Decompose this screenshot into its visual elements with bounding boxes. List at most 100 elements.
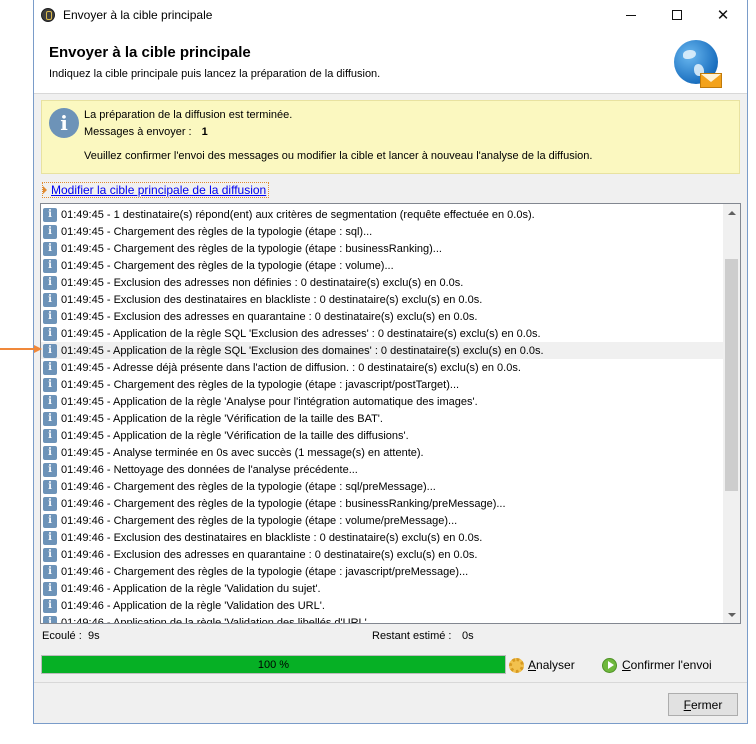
log-row[interactable]: i 01:49:46 - Application de la règle 'Val… xyxy=(41,597,723,614)
info-icon: i xyxy=(43,615,57,623)
log-text: 01:49:45 - Application de la règle 'Véri… xyxy=(61,412,383,425)
maximize-button[interactable] xyxy=(654,0,700,30)
log-text: 01:49:46 - Chargement des règles de la t… xyxy=(61,497,506,510)
annotation-arrow-icon xyxy=(0,345,42,353)
scroll-up-button[interactable] xyxy=(723,204,740,221)
info-icon: i xyxy=(43,343,57,358)
info-icon: i xyxy=(43,581,57,596)
log-row[interactable]: i 01:49:45 - Exclusion des adresses non d… xyxy=(41,274,723,291)
messages-to-send: Messages à envoyer : 1 xyxy=(84,126,208,138)
info-icon: i xyxy=(43,445,57,460)
log-text: 01:49:45 - Chargement des règles de la t… xyxy=(61,225,373,238)
info-icon: i xyxy=(43,394,57,409)
link-arrow-icon xyxy=(43,186,47,194)
log-row[interactable]: i 01:49:45 - Chargement des règles de la … xyxy=(41,223,723,240)
log-row[interactable]: i 01:49:46 - Application de la règle 'Val… xyxy=(41,614,723,624)
analyse-button[interactable]: Analyser xyxy=(509,656,575,674)
log-text: 01:49:45 - Adresse déjà présente dans l'… xyxy=(61,361,521,374)
info-icon: i xyxy=(49,108,79,138)
footer-divider xyxy=(34,682,747,683)
log-text: 01:49:46 - Chargement des règles de la t… xyxy=(61,480,436,493)
info-icon: i xyxy=(43,598,57,613)
vertical-scrollbar[interactable] xyxy=(723,204,740,623)
log-text: 01:49:45 - Application de la règle SQL '… xyxy=(61,344,544,357)
log-row[interactable]: i 01:49:45 - Exclusion des destinataires … xyxy=(41,291,723,308)
info-icon: i xyxy=(43,547,57,562)
log-text: 01:49:45 - Chargement des règles de la t… xyxy=(61,378,460,391)
elapsed-label: Ecoulé : xyxy=(42,630,82,642)
header-subtitle: Indiquez la cible principale puis lancez… xyxy=(49,68,381,80)
log-text: 01:49:46 - Chargement des règles de la t… xyxy=(61,565,469,578)
info-icon: i xyxy=(43,275,57,290)
log-row[interactable]: i 01:49:45 - 1 destinataire(s) répond(ent… xyxy=(41,206,723,223)
info-icon: i xyxy=(43,241,57,256)
analyse-label: Analyser xyxy=(528,658,575,672)
log-row[interactable]: i 01:49:46 - Chargement des règles de la … xyxy=(41,512,723,529)
log-row[interactable]: i 01:49:45 - Adresse déjà présente dans l… xyxy=(41,359,723,376)
info-icon: i xyxy=(43,411,57,426)
log-text: 01:49:45 - Application de la règle 'Véri… xyxy=(61,429,409,442)
minimize-icon xyxy=(626,14,636,16)
log-row[interactable]: i 01:49:45 - Application de la règle SQL … xyxy=(41,342,723,359)
close-button-label: Fermer xyxy=(683,697,723,712)
log-text: 01:49:45 - Chargement des règles de la t… xyxy=(61,242,442,255)
minimize-button[interactable] xyxy=(608,0,654,30)
log-panel[interactable]: i 01:49:45 - 1 destinataire(s) répond(ent… xyxy=(40,203,741,624)
log-row[interactable]: i 01:49:45 - Chargement des règles de la … xyxy=(41,257,723,274)
dialog-header: Envoyer à la cible principale Indiquez l… xyxy=(34,30,747,94)
info-icon: i xyxy=(43,258,57,273)
progress-label: 100 % xyxy=(257,658,290,671)
log-row[interactable]: i 01:49:45 - Application de la règle 'Vér… xyxy=(41,427,723,444)
log-text: 01:49:45 - Exclusion des adresses en qua… xyxy=(61,310,478,323)
log-row[interactable]: i 01:49:45 - Chargement des règles de la … xyxy=(41,376,723,393)
info-icon: i xyxy=(43,292,57,307)
log-text: 01:49:46 - Chargement des règles de la t… xyxy=(61,514,458,527)
log-text: 01:49:46 - Application de la règle 'Vali… xyxy=(61,616,370,624)
log-list[interactable]: i 01:49:45 - 1 destinataire(s) répond(ent… xyxy=(41,206,723,624)
log-row[interactable]: i 01:49:46 - Chargement des règles de la … xyxy=(41,478,723,495)
gear-icon xyxy=(509,657,524,673)
log-row[interactable]: i 01:49:46 - Chargement des règles de la … xyxy=(41,563,723,580)
confirm-send-button[interactable]: Confirmer l'envoi xyxy=(602,656,712,674)
confirm-instructions: Veuillez confirmer l'envoi des messages … xyxy=(84,150,593,162)
info-icon: i xyxy=(43,496,57,511)
log-text: 01:49:46 - Application de la règle 'Vali… xyxy=(61,582,321,595)
log-row[interactable]: i 01:49:45 - Application de la règle 'Vér… xyxy=(41,410,723,427)
info-icon: i xyxy=(43,479,57,494)
close-window-button[interactable]: ✕ xyxy=(700,0,746,30)
chevron-up-icon xyxy=(727,210,736,215)
modify-target-link[interactable]: Modifier la cible principale de la diffu… xyxy=(42,182,270,198)
title-bar[interactable]: Envoyer à la cible principale ✕ xyxy=(34,0,747,30)
log-text: 01:49:45 - 1 destinataire(s) répond(ent)… xyxy=(61,208,535,221)
info-icon: i xyxy=(43,326,57,341)
log-text: 01:49:45 - Exclusion des destinataires e… xyxy=(61,293,483,306)
log-row[interactable]: i 01:49:45 - Chargement des règles de la … xyxy=(41,240,723,257)
log-text: 01:49:45 - Application de la règle SQL '… xyxy=(61,327,541,340)
log-row[interactable]: i 01:49:46 - Application de la règle 'Val… xyxy=(41,580,723,597)
header-title: Envoyer à la cible principale xyxy=(49,44,251,61)
log-row[interactable]: i 01:49:45 - Exclusion des adresses en qu… xyxy=(41,308,723,325)
log-text: 01:49:46 - Nettoyage des données de l'an… xyxy=(61,463,358,476)
log-row[interactable]: i 01:49:45 - Application de la règle SQL … xyxy=(41,325,723,342)
log-row[interactable]: i 01:49:45 - Analyse terminée en 0s avec … xyxy=(41,444,723,461)
log-row[interactable]: i 01:49:46 - Exclusion des destinataires … xyxy=(41,529,723,546)
log-text: 01:49:45 - Chargement des règles de la t… xyxy=(61,259,394,272)
log-row[interactable]: i 01:49:46 - Nettoyage des données de l'a… xyxy=(41,461,723,478)
log-text: 01:49:45 - Application de la règle 'Anal… xyxy=(61,395,478,408)
info-icon: i xyxy=(43,377,57,392)
remaining-value: 0s xyxy=(462,630,474,642)
modify-target-label: Modifier la cible principale de la diffu… xyxy=(51,183,267,197)
info-icon: i xyxy=(43,564,57,579)
log-row[interactable]: i 01:49:46 - Chargement des règles de la … xyxy=(41,495,723,512)
log-row[interactable]: i 01:49:45 - Application de la règle 'Ana… xyxy=(41,393,723,410)
chevron-down-icon xyxy=(727,612,736,617)
info-icon: i xyxy=(43,360,57,375)
messages-count: 1 xyxy=(201,126,208,138)
scroll-down-button[interactable] xyxy=(723,606,740,623)
log-row[interactable]: i 01:49:46 - Exclusion des adresses en qu… xyxy=(41,546,723,563)
scrollbar-thumb[interactable] xyxy=(725,259,738,491)
info-icon: i xyxy=(43,309,57,324)
maximize-icon xyxy=(672,10,682,20)
close-button[interactable]: Fermer xyxy=(668,693,738,716)
window-title: Envoyer à la cible principale xyxy=(63,8,213,22)
